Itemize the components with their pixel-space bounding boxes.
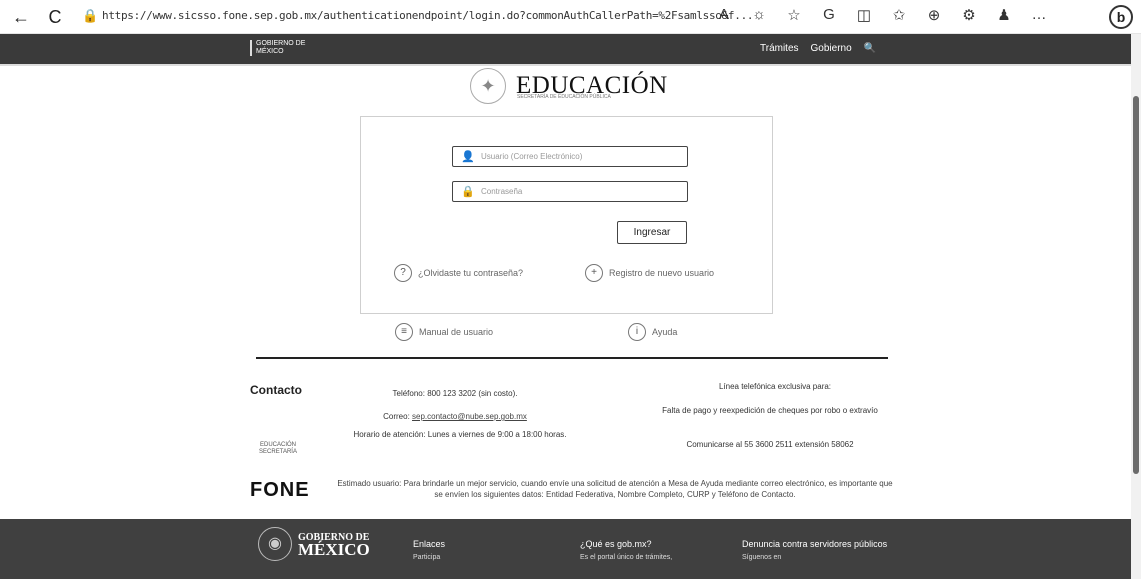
- contact-title: Contacto: [250, 383, 302, 397]
- scrollbar[interactable]: [1131, 34, 1141, 579]
- password-placeholder: Contraseña: [481, 187, 523, 196]
- contact-phone: Teléfono: 800 123 3202 (sin costo).: [392, 389, 518, 398]
- education-small-logo: EDUCACIÓN SECRETARÍA: [259, 442, 297, 455]
- eagle-icon: ◉: [258, 527, 292, 561]
- forgot-password-link[interactable]: ? ¿Olvidaste tu contraseña?: [394, 264, 523, 282]
- contact-hours: Horario de atención: Lunes a viernes de …: [353, 430, 567, 439]
- favorite-icon[interactable]: ☆: [785, 6, 803, 24]
- read-aloud-icon[interactable]: A: [715, 6, 733, 24]
- lock-icon[interactable]: 🔒: [82, 8, 98, 24]
- fone-logo: FONE: [250, 479, 310, 501]
- nav-tramites[interactable]: Trámites: [760, 43, 799, 54]
- footer-que-es-desc: Es el portal único de trámites,: [580, 554, 673, 561]
- book-icon: ≡: [395, 323, 413, 341]
- footer-denuncia[interactable]: Denuncia contra servidores públicos: [742, 539, 887, 549]
- theme-icon[interactable]: ☼: [750, 6, 768, 24]
- username-field[interactable]: 👤 Usuario (Correo Electrónico): [452, 146, 688, 167]
- hotline-phone: Comunicarse al 55 3600 2511 extensión 58…: [686, 440, 854, 449]
- user-manual-link[interactable]: ≡ Manual de usuario: [395, 323, 493, 341]
- footer-links-col: Enlaces Participa: [413, 537, 445, 565]
- browser-extension-icons: A ☼ ☆ G ◫ ✩ ⊕ ⚙ ♟ …: [715, 6, 1048, 24]
- seal-icon: ✦: [470, 68, 506, 104]
- footer-que-es[interactable]: ¿Qué es gob.mx?: [580, 539, 652, 549]
- gob-logo[interactable]: GOBIERNO DE MÉXICO: [250, 40, 305, 56]
- footer-participa[interactable]: Participa: [413, 551, 445, 565]
- help-icon: i: [628, 323, 646, 341]
- reload-icon[interactable]: C: [42, 4, 68, 30]
- search-icon[interactable]: 🔍: [864, 43, 876, 54]
- help-link[interactable]: i Ayuda: [628, 323, 677, 341]
- footer-siguenos: Síguenos en: [742, 554, 782, 561]
- browser-toolbar: ← C 🔒 https://www.sicsso.fone.sep.gob.mx…: [0, 0, 1141, 34]
- footer-about-col: ¿Qué es gob.mx? Es el portal único de tr…: [580, 537, 672, 565]
- email-link[interactable]: sep.contacto@nube.sep.gob.mx: [412, 412, 527, 421]
- page-subtitle: SECRETARÍA DE EDUCACIÓN PÚBLICA: [517, 94, 611, 100]
- footer-logo[interactable]: ◉ GOBIERNO DE MÉXICO: [258, 527, 370, 561]
- nav-gobierno[interactable]: Gobierno: [811, 43, 852, 54]
- address-bar[interactable]: https://www.sicsso.fone.sep.gob.mx/authe…: [102, 9, 754, 22]
- username-placeholder: Usuario (Correo Electrónico): [481, 152, 583, 161]
- key-icon: ?: [394, 264, 412, 282]
- gob-header: GOBIERNO DE MÉXICO Trámites Gobierno 🔍: [0, 34, 1141, 64]
- extensions-icon[interactable]: ⚙: [960, 6, 978, 24]
- google-icon[interactable]: G: [820, 6, 838, 24]
- user-notice: Estimado usuario: Para brindarle un mejo…: [337, 479, 893, 499]
- footer-enlaces[interactable]: Enlaces: [413, 539, 445, 549]
- content-divider: [256, 357, 888, 359]
- user-icon: 👤: [461, 151, 475, 163]
- hotline-title: Línea telefónica exclusiva para:: [718, 382, 832, 391]
- footer-logo-big: MÉXICO: [298, 540, 370, 559]
- bing-icon[interactable]: b: [1109, 5, 1133, 29]
- profile-avatar-icon[interactable]: ♟: [995, 6, 1013, 24]
- register-link[interactable]: + Registro de nuevo usuario: [585, 264, 714, 282]
- contact-email: Correo: sep.contacto@nube.sep.gob.mx: [350, 412, 560, 421]
- more-icon[interactable]: …: [1030, 6, 1048, 24]
- header-divider: [0, 64, 1141, 66]
- hotline-description: Falta de pago y reexpedición de cheques …: [662, 406, 878, 415]
- password-field[interactable]: 🔒 Contraseña: [452, 181, 688, 202]
- footer-social-col: Denuncia contra servidores públicos Sígu…: [742, 537, 887, 565]
- favorites-icon[interactable]: ✩: [890, 6, 908, 24]
- collections-icon[interactable]: ⊕: [925, 6, 943, 24]
- split-screen-icon[interactable]: ◫: [855, 6, 873, 24]
- site-footer: ◉ GOBIERNO DE MÉXICO Enlaces Participa ¿…: [0, 519, 1141, 579]
- login-button[interactable]: Ingresar: [617, 221, 687, 244]
- email-prefix: Correo:: [383, 412, 413, 421]
- scrollbar-thumb[interactable]: [1133, 96, 1139, 474]
- back-icon[interactable]: ←: [8, 4, 34, 30]
- lock-icon: 🔒: [461, 186, 475, 198]
- gob-nav: Trámites Gobierno 🔍: [760, 43, 876, 54]
- register-icon: +: [585, 264, 603, 282]
